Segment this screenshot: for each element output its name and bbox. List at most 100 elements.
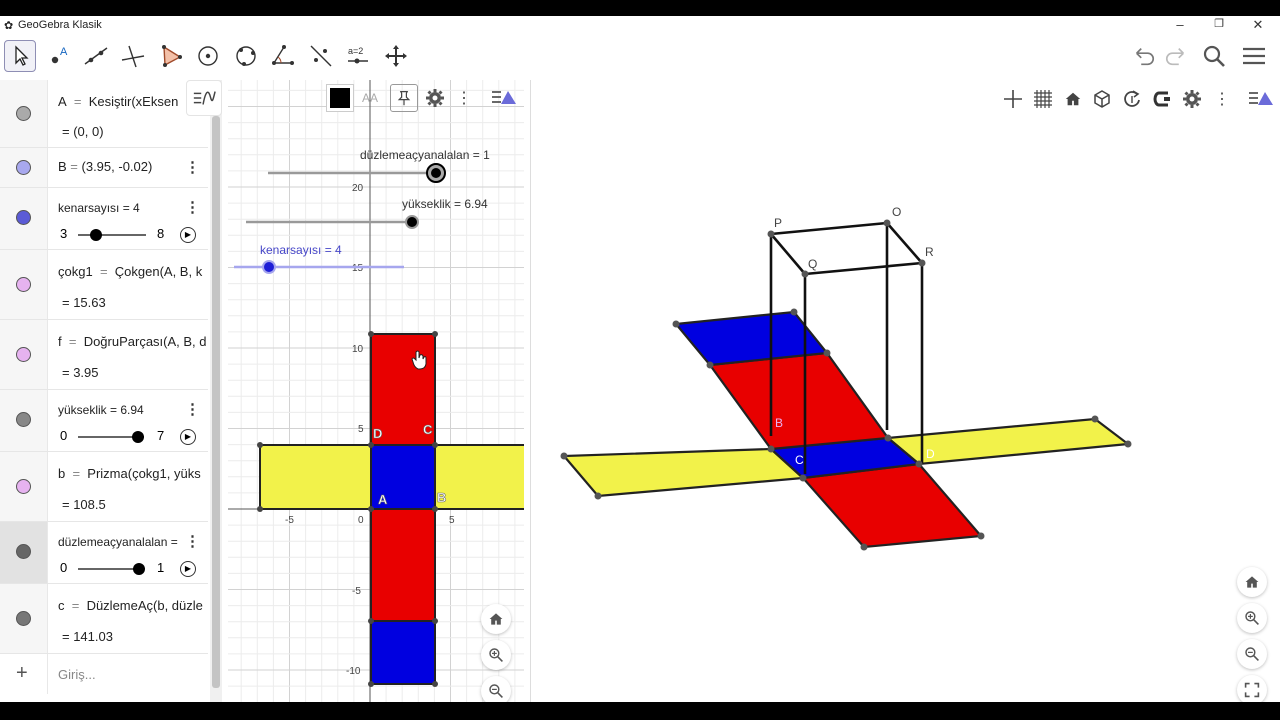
more-options-button-2d[interactable]: ⋮ bbox=[450, 84, 478, 112]
x-tick-label: 0 bbox=[358, 515, 364, 526]
clipping-button[interactable] bbox=[1148, 85, 1176, 113]
definition-text[interactable]: c = DüzlemeAç(b, düzle bbox=[58, 598, 208, 613]
algebra-row-B[interactable]: B = (3.95, -0.02) ⋮ bbox=[0, 148, 208, 188]
grid-toggle-button[interactable] bbox=[1029, 85, 1057, 113]
more-options-button-3d[interactable]: ⋮ bbox=[1208, 85, 1236, 113]
perpendicular-tool-button[interactable] bbox=[117, 40, 149, 72]
definition-text[interactable]: f = DoğruParçası(A, B, d bbox=[58, 334, 208, 349]
menu-button[interactable] bbox=[1240, 42, 1268, 70]
reflect-tool-button[interactable] bbox=[305, 40, 337, 72]
home-view-button-2d[interactable] bbox=[481, 604, 511, 634]
row-menu-button[interactable]: ⋮ bbox=[185, 400, 200, 418]
visibility-toggle[interactable] bbox=[16, 479, 31, 494]
settings-button-3d[interactable] bbox=[1178, 85, 1206, 113]
definition-text[interactable]: b = Prizma(çokg1, yüks bbox=[58, 466, 208, 481]
algebra-row-kenarsayisi[interactable]: kenarsayısı = 4 ⋮ 3 8 ▶ bbox=[0, 188, 208, 250]
view-menu-button-2d[interactable] bbox=[490, 84, 518, 112]
net3d-face-red-top[interactable] bbox=[707, 351, 891, 451]
circle-tool-button[interactable] bbox=[192, 40, 224, 72]
redo-button[interactable] bbox=[1162, 42, 1190, 70]
zoom-out-button-3d[interactable] bbox=[1237, 639, 1267, 669]
slider-knob-yukseklik[interactable] bbox=[405, 215, 419, 229]
row-menu-button[interactable]: ⋮ bbox=[185, 158, 200, 176]
net3d-face-red-bottom[interactable] bbox=[800, 462, 984, 549]
circle-icon bbox=[198, 46, 218, 66]
minimize-icon[interactable]: – bbox=[1172, 17, 1188, 32]
visibility-toggle[interactable] bbox=[16, 544, 31, 559]
slider-knob[interactable] bbox=[132, 431, 144, 443]
visibility-toggle[interactable] bbox=[16, 347, 31, 362]
algebra-style-button[interactable] bbox=[186, 80, 222, 116]
svg-text:a=2: a=2 bbox=[348, 46, 363, 56]
algebra-row-duzlemeacyanalalan[interactable]: düzlemeaçyanalalan = ⋮ 0 1 ▶ bbox=[0, 522, 208, 584]
home-view-button-3d[interactable] bbox=[1237, 567, 1267, 597]
play-button[interactable]: ▶ bbox=[180, 227, 196, 243]
algebra-row-yukseklik[interactable]: yükseklik = 6.94 ⋮ 0 7 ▶ bbox=[0, 390, 208, 452]
net-face-yellow-right[interactable] bbox=[434, 444, 524, 510]
polygon-tool-button[interactable] bbox=[155, 40, 187, 72]
search-button[interactable] bbox=[1200, 42, 1228, 70]
algebra-row-cokg1[interactable]: çokg1 = Çokgen(A, B, k = 15.63 bbox=[0, 250, 208, 320]
play-button[interactable]: ▶ bbox=[180, 561, 196, 577]
y-tick-label: -10 bbox=[346, 666, 361, 677]
move-tool-button[interactable] bbox=[4, 40, 36, 72]
slider-knob-kenarsayisi[interactable] bbox=[262, 260, 276, 274]
line-tool-button[interactable] bbox=[80, 40, 112, 72]
point-tool-button[interactable]: A bbox=[42, 40, 74, 72]
visibility-toggle[interactable] bbox=[16, 611, 31, 626]
undo-button[interactable] bbox=[1130, 42, 1158, 70]
view-direction-button[interactable] bbox=[1088, 85, 1116, 113]
zoom-out-button-2d[interactable] bbox=[481, 676, 511, 702]
play-button[interactable]: ▶ bbox=[180, 429, 196, 445]
circle-three-points-tool-button[interactable] bbox=[230, 40, 262, 72]
net-face-blue-top[interactable] bbox=[370, 620, 436, 685]
slider-knob[interactable] bbox=[133, 563, 145, 575]
net3d-face-yellow-left[interactable] bbox=[561, 447, 806, 498]
algebra-vertical-scrollbar[interactable] bbox=[210, 80, 222, 702]
algebra-row-b[interactable]: b = Prizma(çokg1, yüks = 108.5 bbox=[0, 452, 208, 522]
visibility-toggle[interactable] bbox=[16, 210, 31, 225]
slider-track[interactable] bbox=[78, 234, 146, 236]
zoom-in-button-3d[interactable] bbox=[1237, 603, 1267, 633]
visibility-toggle[interactable] bbox=[16, 277, 31, 292]
slider-knob[interactable] bbox=[90, 229, 102, 241]
axes-toggle-button[interactable] bbox=[999, 85, 1027, 113]
visibility-toggle[interactable] bbox=[16, 160, 31, 175]
restore-icon[interactable]: ❐ bbox=[1211, 17, 1227, 30]
definition-text[interactable]: çokg1 = Çokgen(A, B, k bbox=[58, 264, 208, 279]
standard-view-button[interactable] bbox=[1059, 85, 1087, 113]
point-label-R: R bbox=[925, 245, 934, 259]
rotate-view-button[interactable] bbox=[1118, 85, 1146, 113]
color-button[interactable] bbox=[326, 84, 354, 112]
move-view-tool-button[interactable] bbox=[380, 40, 412, 72]
geogebra-logo-icon: ✿ bbox=[4, 20, 14, 32]
font-style-button[interactable]: AA bbox=[356, 84, 384, 112]
angle-tool-button[interactable] bbox=[267, 40, 299, 72]
view-menu-button-3d[interactable] bbox=[1247, 85, 1275, 113]
visibility-toggle[interactable] bbox=[16, 412, 31, 427]
input-bar[interactable]: Giriş... bbox=[58, 667, 96, 682]
visibility-toggle[interactable] bbox=[16, 106, 31, 121]
zoom-in-button-2d[interactable] bbox=[481, 640, 511, 670]
algebra-row-f[interactable]: f = DoğruParçası(A, B, d = 3.95 bbox=[0, 320, 208, 390]
net-face-yellow-left[interactable] bbox=[259, 444, 372, 510]
net3d-face-yellow-right[interactable] bbox=[885, 417, 1131, 466]
algebra-row-c[interactable]: c = DüzlemeAç(b, düzle = 141.03 bbox=[0, 584, 208, 654]
row-menu-button[interactable]: ⋮ bbox=[185, 532, 200, 550]
close-icon[interactable]: ✕ bbox=[1250, 17, 1266, 33]
add-icon[interactable]: + bbox=[16, 662, 28, 685]
slider-tool-button[interactable]: a=2 bbox=[342, 40, 374, 72]
zoom-in-icon bbox=[489, 648, 503, 662]
algebra-settings-icon bbox=[193, 91, 216, 105]
scrollbar-thumb[interactable] bbox=[212, 116, 220, 688]
settings-button-2d[interactable] bbox=[421, 84, 449, 112]
pin-button[interactable] bbox=[390, 84, 418, 112]
algebra-row-A[interactable]: A = Kesiştir(xEksen = (0, 0) bbox=[0, 80, 208, 148]
graphics-view-2d[interactable]: -5 0 5 20 15 10 5 -5 -10 A B C D düzleme… bbox=[228, 80, 524, 702]
row-menu-button[interactable]: ⋮ bbox=[185, 198, 200, 216]
graphics-view-3d[interactable]: P O Q R A B C D ⋮ bbox=[530, 80, 1280, 702]
algebra-input-row[interactable]: + Giriş... bbox=[0, 654, 208, 694]
fullscreen-button-3d[interactable] bbox=[1237, 675, 1267, 702]
net-face-red-bottom[interactable] bbox=[370, 508, 436, 622]
slider-label[interactable]: düzlemeaçyanalalan = bbox=[58, 535, 182, 549]
